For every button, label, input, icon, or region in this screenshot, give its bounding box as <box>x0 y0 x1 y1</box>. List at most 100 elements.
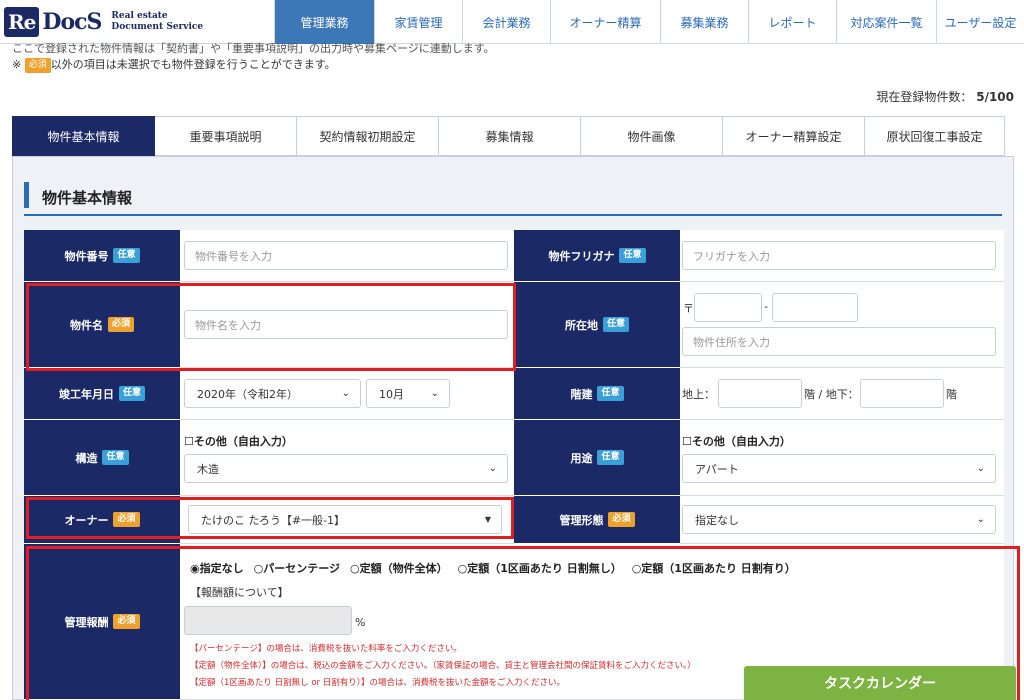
optional-badge: 任意 <box>602 317 629 332</box>
property-tabs: 物件基本情報 重要事項説明 契約情報初期設定 募集情報 物件画像 オーナー精算設… <box>12 116 1005 156</box>
label-address: 所在地 任意 <box>514 282 680 368</box>
built-year-select[interactable]: 2020年（令和2年） ⌄ <box>184 379 361 408</box>
chevron-down-icon: ⌄ <box>488 463 497 474</box>
value-built-date: 2020年（令和2年） ⌄ 10月 ⌄ <box>180 368 514 420</box>
percent-unit: % <box>355 616 366 629</box>
nav-item-management[interactable]: 管理業務 <box>274 0 374 44</box>
owner-select[interactable]: たけのこ たろう【#一般-1】 ▼ <box>188 505 502 534</box>
app-logo[interactable]: Re DocS Real estate Document Service <box>4 6 203 38</box>
property-number-input[interactable]: 物件番号を入力 <box>184 241 508 270</box>
tab-property-images[interactable]: 物件画像 <box>581 116 723 156</box>
label-property-kana: 物件フリガナ 任意 <box>514 230 680 282</box>
notice-text: 以外の項目は未選択でも物件登録を行うことができます。 <box>50 58 336 71</box>
required-badge: 必須 <box>113 512 140 527</box>
section-title: 物件基本情報 <box>24 180 1002 216</box>
floors-unit: 階 <box>946 388 957 401</box>
mgmt-type-select[interactable]: 指定なし ⌄ <box>682 505 996 534</box>
value-floors: 地上： 階 / 地下： 階 <box>680 368 1004 420</box>
fee-note-2: 【定額（物件全体）】の場合は、税込の金額をご入力ください。（家賃保証の場合、貸主… <box>190 661 696 671</box>
nav-item-user-settings[interactable]: ユーザー設定 <box>936 0 1024 44</box>
section-title-text: 物件基本情報 <box>42 189 133 207</box>
fee-note-3: 【定額（1区画あたり 日割無し or 日割有り）】の場合は、消費税を抜いた金額を… <box>190 678 565 688</box>
tab-recruitment-info[interactable]: 募集情報 <box>439 116 581 156</box>
nav-item-recruitment[interactable]: 募集業務 <box>660 0 748 44</box>
tab-owner-settlement[interactable]: オーナー精算設定 <box>723 116 865 156</box>
notice-line-2: ※ 必須 以外の項目は未選択でも物件登録を行うことができます。 <box>12 56 336 73</box>
radio-fixed-unit-prorate[interactable]: ○定額（1区画あたり 日割有り） <box>632 560 796 576</box>
caret-down-icon: ▼ <box>484 515 491 524</box>
logo-mark: Re <box>4 7 40 37</box>
property-count: 現在登録物件数： 5/100 <box>876 88 1014 105</box>
optional-badge: 任意 <box>113 248 140 263</box>
label-floors: 階建 任意 <box>514 368 680 420</box>
usage-select[interactable]: アパート ⌄ <box>682 454 996 483</box>
postal-code-1-input[interactable] <box>694 293 762 322</box>
structure-select[interactable]: 木造 ⌄ <box>184 454 508 483</box>
label-mgmt-fee: 管理報酬 必須 <box>24 544 180 700</box>
value-owner: たけのこ たろう【#一般-1】 ▼ <box>180 496 514 544</box>
radio-fixed-whole[interactable]: ○定額（物件全体） <box>350 560 448 576</box>
fee-info-link[interactable]: 【報酬額について】 <box>190 584 289 600</box>
label-property-number: 物件番号 任意 <box>24 230 180 282</box>
optional-badge: 任意 <box>118 386 145 401</box>
structure-other-checkbox[interactable]: ☐その他（自由入力） <box>184 433 293 449</box>
tab-contract-settings[interactable]: 契約情報初期設定 <box>297 116 439 156</box>
row-number-kana: 物件番号 任意 物件番号を入力 物件フリガナ 任意 フリガナを入力 <box>24 230 1004 282</box>
property-kana-input[interactable]: フリガナを入力 <box>682 241 996 270</box>
label-structure: 構造 任意 <box>24 420 180 496</box>
value-property-name: 物件名を入力 <box>180 282 514 368</box>
label-text: 物件フリガナ <box>548 249 615 263</box>
value-mgmt-type: 指定なし ⌄ <box>680 496 1004 544</box>
nav-item-rent[interactable]: 家賃管理 <box>374 0 462 44</box>
property-name-input[interactable]: 物件名を入力 <box>184 310 508 339</box>
label-text: 管理形態 <box>559 513 604 527</box>
property-count-value: 5/100 <box>976 90 1014 104</box>
usage-other-checkbox[interactable]: ☐その他（自由入力） <box>682 433 791 449</box>
optional-badge: 任意 <box>102 450 129 465</box>
chevron-down-icon: ⌄ <box>341 388 350 399</box>
task-calendar-button[interactable]: タスクカレンダー <box>744 666 1016 700</box>
label-mgmt-type: 管理形態 必須 <box>514 496 680 544</box>
required-badge: 必須 <box>24 57 51 73</box>
notice-line-1: ここで登録された物件情報は「契約書」や「重要事項説明」の出力時や募集ページに連動… <box>12 42 495 55</box>
value-property-number: 物件番号を入力 <box>180 230 514 282</box>
chevron-down-icon: ⌄ <box>976 514 985 525</box>
owner-value: たけのこ たろう【#一般-1】 <box>201 513 346 527</box>
required-badge: 必須 <box>608 512 635 527</box>
tab-basic-info[interactable]: 物件基本情報 <box>12 116 155 156</box>
optional-badge: 任意 <box>597 386 624 401</box>
value-address: 〒 - 物件住所を入力 <box>680 282 1004 368</box>
row-name-address: 物件名 必須 物件名を入力 所在地 任意 〒 - 物件住所を入力 <box>24 282 1004 368</box>
app-header: Re DocS Real estate Document Service 管理業… <box>0 0 1024 44</box>
floors-below-input[interactable] <box>860 379 944 408</box>
label-text: オーナー <box>64 513 109 527</box>
value-usage: ☐その他（自由入力） アパート ⌄ <box>680 420 1004 496</box>
floors-above-input[interactable] <box>718 379 802 408</box>
label-text: 構造 <box>75 451 98 465</box>
structure-value: 木造 <box>197 462 219 476</box>
label-property-name: 物件名 必須 <box>24 282 180 368</box>
chevron-down-icon: ⌄ <box>430 388 439 399</box>
postal-dash: - <box>764 300 768 313</box>
tab-important-matters[interactable]: 重要事項説明 <box>155 116 297 156</box>
label-usage: 用途 任意 <box>514 420 680 496</box>
radio-none[interactable]: ◉指定なし <box>190 560 244 576</box>
address-input[interactable]: 物件住所を入力 <box>682 327 996 356</box>
mgmt-fee-input[interactable] <box>184 606 352 635</box>
label-owner: オーナー 必須 <box>24 496 180 544</box>
logo-subtitle-line1: Real estate <box>111 11 168 21</box>
radio-percentage[interactable]: ○パーセンテージ <box>254 560 340 576</box>
nav-item-accounting[interactable]: 会計業務 <box>462 0 550 44</box>
postal-code-2-input[interactable] <box>772 293 858 322</box>
nav-item-cases[interactable]: 対応案件一覧 <box>836 0 936 44</box>
label-text: 用途 <box>570 451 593 465</box>
nav-item-report[interactable]: レポート <box>748 0 836 44</box>
radio-fixed-unit-no-prorate[interactable]: ○定額（1区画あたり 日割無し） <box>458 560 622 576</box>
tab-restoration[interactable]: 原状回復工事設定 <box>865 116 1005 156</box>
optional-badge: 任意 <box>619 248 646 263</box>
label-text: 所在地 <box>564 318 598 332</box>
required-badge: 必須 <box>113 614 140 629</box>
value-structure: ☐その他（自由入力） 木造 ⌄ <box>180 420 514 496</box>
built-month-select[interactable]: 10月 ⌄ <box>366 379 450 408</box>
nav-item-owner-settlement[interactable]: オーナー精算 <box>550 0 660 44</box>
